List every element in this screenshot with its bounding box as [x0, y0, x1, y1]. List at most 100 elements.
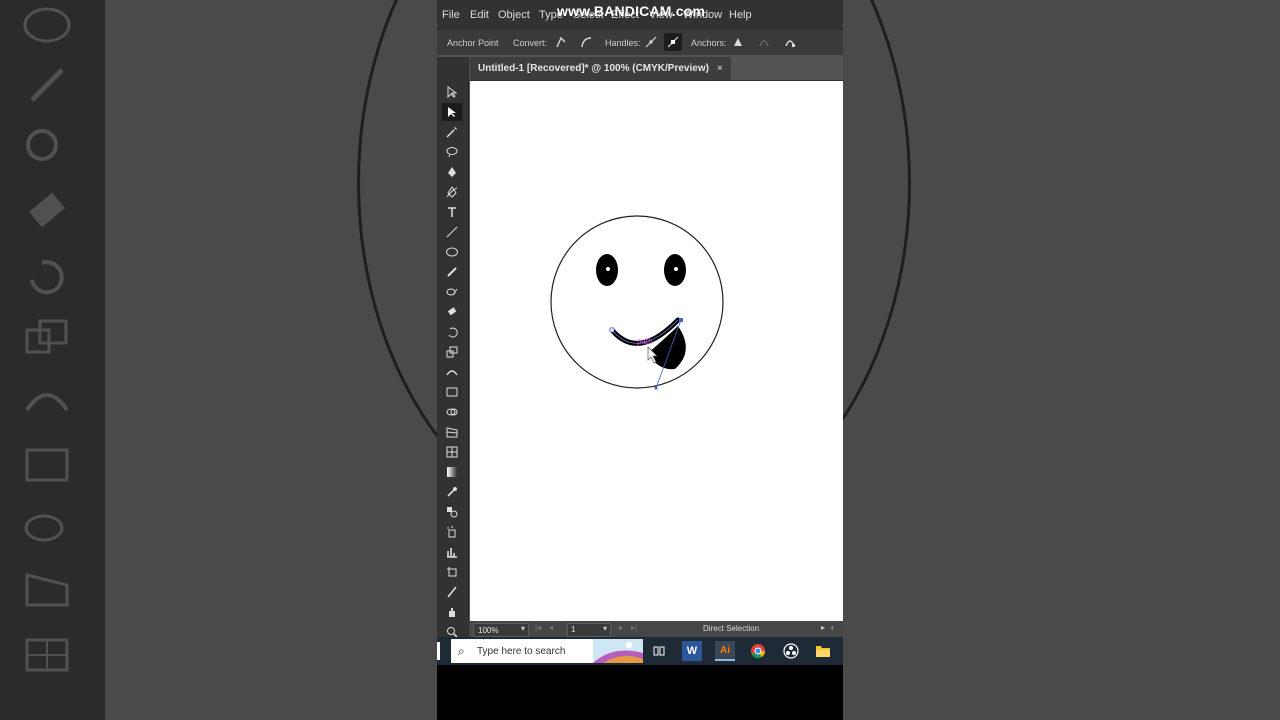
- handles-label: Handles:: [605, 38, 641, 48]
- eraser-tool-icon[interactable]: [442, 303, 462, 321]
- zoom-value: 100%: [478, 625, 499, 635]
- tools-panel: [437, 57, 469, 638]
- previous-artboard-icon[interactable]: ◂: [549, 623, 553, 632]
- illustrator-window: File Edit Object Type Select Effect View…: [437, 0, 843, 720]
- close-tab-icon[interactable]: ×: [717, 63, 723, 74]
- direction-handle-point[interactable]: [654, 386, 658, 390]
- control-bar: Anchor Point Convert: Handles: Anchors:: [437, 30, 843, 55]
- taskbar-search-box[interactable]: ⌕ Type here to search: [451, 639, 643, 663]
- paintbrush-tool-icon[interactable]: [442, 263, 462, 281]
- right-eye-highlight: [674, 267, 678, 271]
- artboard-number-select[interactable]: 1 ▾: [567, 623, 611, 637]
- shaper-tool-icon[interactable]: [442, 283, 462, 301]
- anchor-point-right[interactable]: [679, 318, 683, 322]
- smiley-face-outline[interactable]: [550, 215, 724, 389]
- menu-file[interactable]: File: [442, 9, 460, 21]
- chevron-down-icon: ▾: [520, 624, 525, 633]
- ghost-scale-icon: [25, 319, 68, 354]
- eyedropper-tool-icon[interactable]: [442, 483, 462, 501]
- letterbox-bottom: [437, 665, 843, 720]
- convert-label: Convert:: [513, 38, 548, 48]
- anchors-label: Anchors:: [691, 38, 727, 48]
- menu-bar: File Edit Object Type Select Effect View…: [437, 0, 843, 30]
- ghost-eraser-icon: [29, 192, 65, 228]
- left-eye-highlight: [606, 267, 610, 271]
- free-transform-tool-icon[interactable]: [442, 383, 462, 401]
- search-icon: ⌕: [458, 644, 465, 658]
- ghost-brush-icon: [30, 68, 64, 102]
- convert-corner-icon[interactable]: [552, 33, 570, 51]
- convert-smooth-icon[interactable]: [577, 33, 595, 51]
- canvas-area: path: [469, 81, 843, 621]
- blend-tool-icon[interactable]: [442, 503, 462, 521]
- curvature-tool-icon[interactable]: [442, 183, 462, 201]
- line-tool-icon[interactable]: [442, 223, 462, 241]
- zoom-select[interactable]: 100% ▾: [473, 623, 529, 637]
- shape-builder-tool-icon[interactable]: [442, 403, 462, 421]
- document-tab-bar: Untitled-1 [Recovered]* @ 100% (CMYK/Pre…: [470, 57, 843, 81]
- symbol-sprayer-tool-icon[interactable]: [442, 523, 462, 541]
- ghost-ellipse-icon: [23, 7, 71, 43]
- first-artboard-icon[interactable]: |◂: [535, 623, 541, 632]
- selection-tool-icon[interactable]: [442, 83, 462, 101]
- magic-wand-tool-icon[interactable]: [442, 123, 462, 141]
- type-tool-icon[interactable]: [442, 203, 462, 221]
- artwork: [550, 215, 724, 390]
- menu-help[interactable]: Help: [729, 9, 752, 21]
- direct-selection-tool-icon[interactable]: [442, 103, 462, 121]
- menu-edit[interactable]: Edit: [470, 9, 489, 21]
- chevron-down-icon: ▾: [602, 624, 607, 633]
- artboard-tool-icon[interactable]: [442, 563, 462, 581]
- ghost-warp-icon: [25, 393, 69, 412]
- mesh-tool-icon[interactable]: [442, 443, 462, 461]
- background-left-panel: [0, 0, 105, 720]
- word-app-icon[interactable]: W: [682, 641, 702, 661]
- status-menu-icon[interactable]: ▸: [821, 623, 825, 632]
- document-tab[interactable]: Untitled-1 [Recovered]* @ 100% (CMYK/Pre…: [470, 57, 731, 80]
- ghost-shape-builder-icon: [24, 514, 64, 542]
- ellipse-tool-icon[interactable]: [442, 243, 462, 261]
- warp-tool-icon[interactable]: [442, 363, 462, 381]
- windows-taskbar: ⌕ Type here to search W Ai: [437, 637, 843, 665]
- start-button[interactable]: [437, 642, 440, 660]
- artboard[interactable]: path: [470, 81, 843, 621]
- gradient-tool-icon[interactable]: [442, 463, 462, 481]
- scroll-left-icon[interactable]: ‹: [831, 623, 834, 632]
- current-tool-status: Direct Selection: [703, 624, 760, 633]
- tool-name-label: Anchor Point: [447, 38, 499, 48]
- menu-object[interactable]: Object: [498, 9, 530, 21]
- lasso-tool-icon[interactable]: [442, 143, 462, 161]
- slice-tool-icon[interactable]: [442, 583, 462, 601]
- task-view-icon[interactable]: [649, 641, 669, 661]
- perspective-grid-tool-icon[interactable]: [442, 423, 462, 441]
- ghost-free-transform-icon: [25, 448, 69, 482]
- rotate-tool-icon[interactable]: [442, 323, 462, 341]
- last-artboard-icon[interactable]: ▸|: [631, 623, 637, 632]
- file-explorer-icon[interactable]: [813, 641, 833, 661]
- remove-anchor-icon[interactable]: [729, 33, 747, 51]
- connect-anchors-icon[interactable]: [755, 33, 773, 51]
- next-artboard-icon[interactable]: ▸: [619, 623, 623, 632]
- obs-app-icon[interactable]: [781, 641, 801, 661]
- hand-tool-icon[interactable]: [442, 603, 462, 621]
- ghost-blob-icon: [26, 129, 58, 161]
- status-bar: 100% ▾ |◂ ◂ 1 ▾ ▸ ▸| Direct Selection ▸ …: [469, 621, 843, 637]
- column-graph-tool-icon[interactable]: [442, 543, 462, 561]
- artboard-number-value: 1: [571, 625, 576, 634]
- bandicam-watermark: www.BANDICAM.com: [557, 3, 706, 19]
- ghost-mesh-icon: [25, 638, 69, 672]
- hide-handles-icon[interactable]: [664, 33, 682, 51]
- hover-label-path: path: [637, 337, 653, 346]
- show-handles-icon[interactable]: [642, 33, 660, 51]
- search-highlight-illustration: [593, 639, 643, 663]
- illustrator-app-icon[interactable]: Ai: [715, 641, 735, 661]
- scale-tool-icon[interactable]: [442, 343, 462, 361]
- ghost-rotate-icon: [30, 260, 64, 295]
- search-placeholder: Type here to search: [477, 646, 566, 657]
- document-tab-title: Untitled-1 [Recovered]* @ 100% (CMYK/Pre…: [478, 63, 709, 74]
- chrome-app-icon[interactable]: [748, 641, 768, 661]
- cut-path-icon[interactable]: [781, 33, 799, 51]
- pen-tool-icon[interactable]: [442, 163, 462, 181]
- ghost-perspective-icon: [25, 573, 69, 607]
- anchor-point-left[interactable]: [609, 327, 615, 333]
